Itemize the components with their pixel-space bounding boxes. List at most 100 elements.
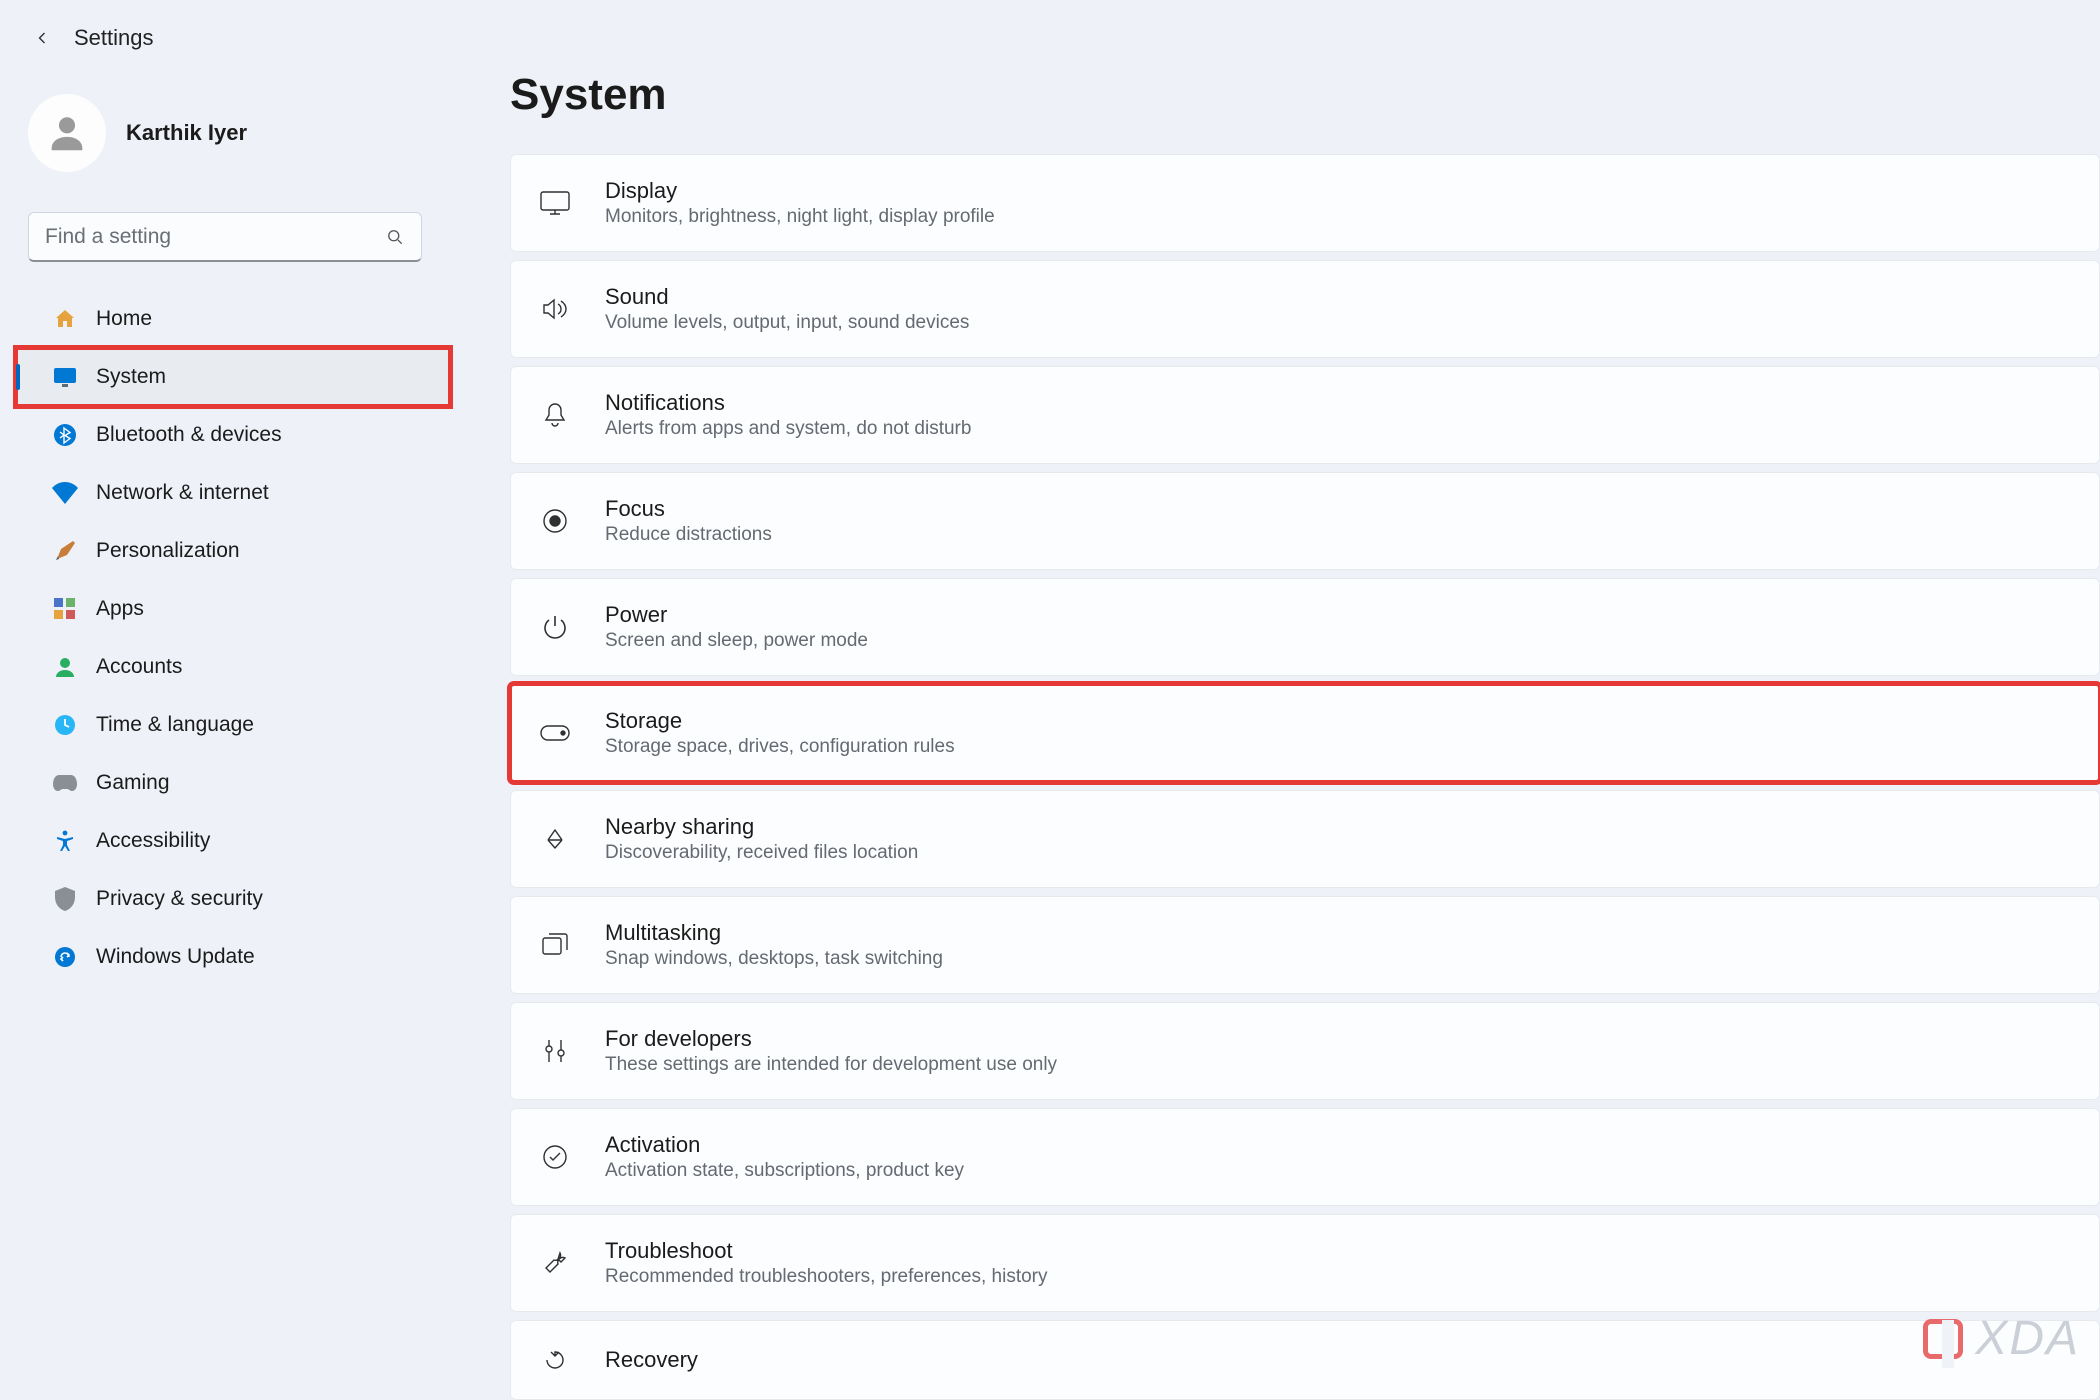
sidebar-item-accessibility[interactable]: Accessibility [16, 812, 434, 870]
sidebar-item-update[interactable]: Windows Update [16, 928, 434, 986]
back-button[interactable] [28, 24, 56, 52]
setting-text: Activation Activation state, subscriptio… [605, 1132, 2077, 1182]
setting-row-activation[interactable]: Activation Activation state, subscriptio… [510, 1108, 2100, 1206]
system-icon [52, 364, 78, 390]
avatar [28, 94, 106, 172]
setting-row-recovery[interactable]: Recovery [510, 1320, 2100, 1400]
setting-title: Troubleshoot [605, 1238, 2077, 1264]
setting-row-developers[interactable]: For developers These settings are intend… [510, 1002, 2100, 1100]
user-name: Karthik Iyer [126, 120, 247, 146]
search-icon [385, 227, 405, 247]
sidebar-item-time[interactable]: Time & language [16, 696, 434, 754]
setting-text: Notifications Alerts from apps and syste… [605, 390, 2077, 440]
nav: Home System Bluetooth & devices Network … [0, 290, 450, 986]
sidebar-item-label: Accessibility [96, 829, 210, 853]
setting-text: Multitasking Snap windows, desktops, tas… [605, 920, 2077, 970]
sidebar-item-apps[interactable]: Apps [16, 580, 434, 638]
windows-update-icon [52, 944, 78, 970]
content: System Display Monitors, brightness, nig… [450, 0, 2100, 1400]
setting-row-troubleshoot[interactable]: Troubleshoot Recommended troubleshooters… [510, 1214, 2100, 1312]
setting-text: Recovery [605, 1347, 2077, 1373]
sidebar-item-label: Gaming [96, 771, 170, 795]
display-icon [533, 191, 577, 215]
setting-title: Sound [605, 284, 2077, 310]
setting-text: Focus Reduce distractions [605, 496, 2077, 546]
setting-row-storage[interactable]: Storage Storage space, drives, configura… [510, 684, 2100, 782]
storage-icon [533, 725, 577, 741]
sidebar-item-label: Windows Update [96, 945, 255, 969]
setting-row-nearby[interactable]: Nearby sharing Discoverability, received… [510, 790, 2100, 888]
sidebar-item-label: Time & language [96, 713, 254, 737]
title-row: Settings [0, 24, 450, 74]
setting-desc: Reduce distractions [605, 524, 2077, 546]
sidebar-item-privacy[interactable]: Privacy & security [16, 870, 434, 928]
home-icon [52, 306, 78, 332]
sidebar-item-label: Privacy & security [96, 887, 263, 911]
setting-desc: Alerts from apps and system, do not dist… [605, 418, 2077, 440]
settings-list: Display Monitors, brightness, night ligh… [510, 154, 2100, 1400]
sidebar-item-label: Accounts [96, 655, 182, 679]
setting-title: Recovery [605, 1347, 2077, 1373]
person-icon [44, 110, 90, 156]
setting-row-sound[interactable]: Sound Volume levels, output, input, soun… [510, 260, 2100, 358]
setting-title: Storage [605, 708, 2077, 734]
sidebar-item-label: Bluetooth & devices [96, 423, 282, 447]
bluetooth-icon [52, 422, 78, 448]
developers-icon [533, 1038, 577, 1064]
watermark: XDA [1923, 1311, 2080, 1366]
sidebar-item-label: Personalization [96, 539, 240, 563]
sidebar-item-label: System [96, 365, 166, 389]
setting-desc: Monitors, brightness, night light, displ… [605, 206, 2077, 228]
gaming-icon [52, 770, 78, 796]
accounts-icon [52, 654, 78, 680]
setting-title: Focus [605, 496, 2077, 522]
setting-desc: Discoverability, received files location [605, 842, 2077, 864]
sidebar-item-system[interactable]: System [16, 348, 450, 406]
sidebar-item-label: Network & internet [96, 481, 269, 505]
setting-desc: Recommended troubleshooters, preferences… [605, 1266, 2077, 1288]
setting-title: Notifications [605, 390, 2077, 416]
sidebar-item-accounts[interactable]: Accounts [16, 638, 434, 696]
user-card[interactable]: Karthik Iyer [0, 74, 450, 212]
wrench-icon [533, 1250, 577, 1276]
setting-text: For developers These settings are intend… [605, 1026, 2077, 1076]
setting-text: Display Monitors, brightness, night ligh… [605, 178, 2077, 228]
setting-desc: Volume levels, output, input, sound devi… [605, 312, 2077, 334]
multitasking-icon [533, 933, 577, 957]
settings-app: Settings Karthik Iyer Home [0, 0, 2100, 1400]
setting-title: Activation [605, 1132, 2077, 1158]
search-container [0, 212, 450, 290]
activation-icon [533, 1144, 577, 1170]
setting-row-display[interactable]: Display Monitors, brightness, night ligh… [510, 154, 2100, 252]
window-title: Settings [74, 25, 154, 51]
setting-text: Nearby sharing Discoverability, received… [605, 814, 2077, 864]
sidebar-item-bluetooth[interactable]: Bluetooth & devices [16, 406, 434, 464]
sound-icon [533, 297, 577, 321]
sidebar-item-label: Apps [96, 597, 144, 621]
focus-icon [533, 508, 577, 534]
setting-title: For developers [605, 1026, 2077, 1052]
sidebar-item-personalization[interactable]: Personalization [16, 522, 434, 580]
search-box[interactable] [28, 212, 422, 262]
setting-row-notifications[interactable]: Notifications Alerts from apps and syste… [510, 366, 2100, 464]
setting-row-power[interactable]: Power Screen and sleep, power mode [510, 578, 2100, 676]
sidebar: Settings Karthik Iyer Home [0, 0, 450, 1400]
sidebar-item-label: Home [96, 307, 152, 331]
setting-text: Sound Volume levels, output, input, soun… [605, 284, 2077, 334]
watermark-text: XDA [1975, 1311, 2080, 1366]
setting-row-multitasking[interactable]: Multitasking Snap windows, desktops, tas… [510, 896, 2100, 994]
power-icon [533, 614, 577, 640]
accessibility-icon [52, 828, 78, 854]
paintbrush-icon [52, 538, 78, 564]
setting-title: Nearby sharing [605, 814, 2077, 840]
apps-icon [52, 596, 78, 622]
setting-desc: Storage space, drives, configuration rul… [605, 736, 2077, 758]
setting-row-focus[interactable]: Focus Reduce distractions [510, 472, 2100, 570]
setting-desc: Screen and sleep, power mode [605, 630, 2077, 652]
setting-title: Power [605, 602, 2077, 628]
sidebar-item-home[interactable]: Home [16, 290, 434, 348]
setting-text: Storage Storage space, drives, configura… [605, 708, 2077, 758]
search-input[interactable] [45, 225, 385, 249]
sidebar-item-network[interactable]: Network & internet [16, 464, 434, 522]
sidebar-item-gaming[interactable]: Gaming [16, 754, 434, 812]
